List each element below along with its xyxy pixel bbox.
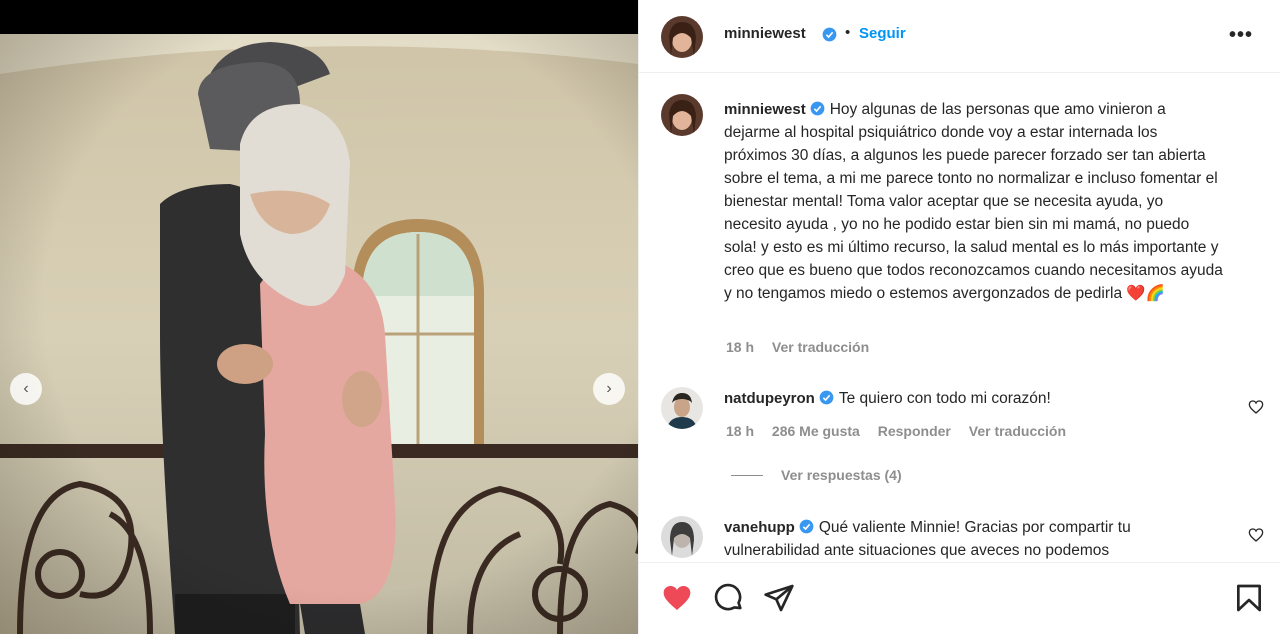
verified-badge-icon: [799, 519, 814, 534]
caption-time[interactable]: 18 h: [726, 339, 754, 355]
caption: minniewest Hoy algunas de las personas qu…: [724, 98, 1224, 305]
caption-avatar[interactable]: [661, 94, 703, 136]
caption-meta: 18 h Ver traducción: [726, 339, 883, 355]
commenter-avatar[interactable]: [661, 516, 703, 558]
paper-plane-icon[interactable]: [763, 582, 795, 614]
verified-badge-icon: [810, 101, 825, 116]
verified-badge-icon: [822, 27, 837, 42]
caption-username[interactable]: minniewest: [724, 101, 806, 118]
caption-translate-link[interactable]: Ver traducción: [772, 339, 869, 355]
more-options-icon[interactable]: •••: [1229, 25, 1253, 45]
comment-bubble-icon[interactable]: [713, 582, 745, 614]
post-header: minniewest • Seguir •••: [639, 0, 1280, 73]
author-avatar[interactable]: [661, 16, 703, 58]
comment-translate-link[interactable]: Ver traducción: [969, 423, 1066, 439]
comment-username[interactable]: natdupeyron: [724, 390, 815, 407]
reply-button[interactable]: Responder: [878, 423, 951, 439]
chevron-right-icon: ›: [606, 380, 612, 397]
separator-dot: •: [845, 24, 851, 41]
comment-meta: 18 h 286 Me gusta Responder Ver traducci…: [726, 423, 1080, 439]
comment-like-icon[interactable]: [1248, 399, 1264, 415]
caption-emojis: ❤️🌈: [1126, 285, 1165, 302]
post-photo[interactable]: [0, 34, 638, 634]
comment-username[interactable]: vanehupp: [724, 519, 795, 536]
post-actions-bar: [639, 562, 1280, 634]
follow-button[interactable]: Seguir: [859, 25, 906, 42]
view-replies-button[interactable]: Ver respuestas (4): [731, 467, 902, 483]
carousel-next-button[interactable]: ›: [593, 373, 625, 405]
post-details-panel: minniewest • Seguir ••• minniewest Hoy al…: [638, 0, 1280, 634]
comment-time[interactable]: 18 h: [726, 423, 754, 439]
comments-list[interactable]: minniewest Hoy algunas de las personas qu…: [639, 74, 1280, 562]
caption-body: Hoy algunas de las personas que amo vini…: [724, 101, 1223, 302]
post-media: ‹ ›: [0, 0, 638, 634]
comment: natdupeyron Te quiero con todo mi corazón…: [724, 387, 1224, 410]
bookmark-icon[interactable]: [1233, 582, 1265, 614]
chevron-left-icon: ‹: [23, 380, 29, 397]
author-username[interactable]: minniewest: [724, 25, 806, 42]
comment-body: Te quiero con todo mi corazón!: [838, 390, 1051, 407]
view-replies-label: Ver respuestas (4): [781, 467, 902, 483]
comment-like-icon[interactable]: [1248, 527, 1264, 543]
carousel-prev-button[interactable]: ‹: [10, 373, 42, 405]
commenter-avatar[interactable]: [661, 387, 703, 429]
heart-filled-icon[interactable]: [661, 582, 693, 614]
verified-badge-icon: [819, 390, 834, 405]
comment-likes[interactable]: 286 Me gusta: [772, 423, 860, 439]
comment: vanehupp Qué valiente Minnie! Gracias por…: [724, 516, 1224, 562]
replies-divider: [731, 474, 763, 476]
